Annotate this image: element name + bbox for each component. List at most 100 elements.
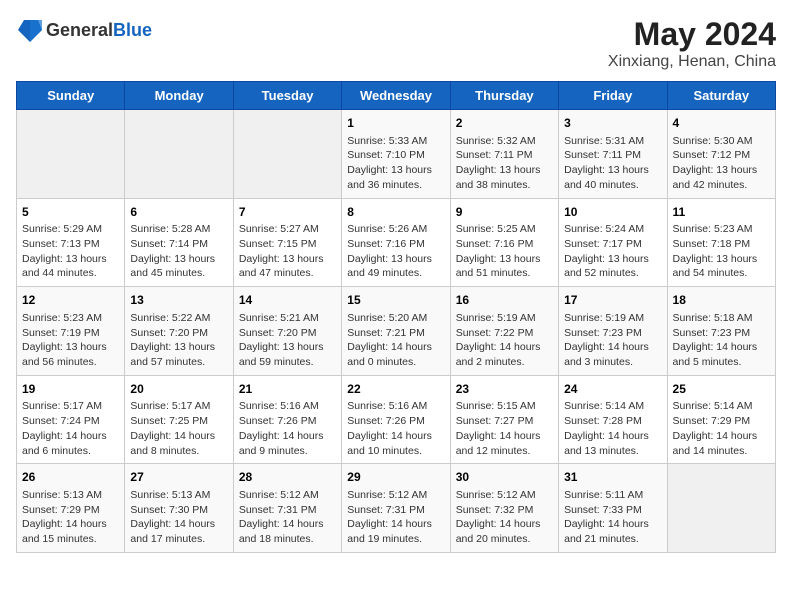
day-info: Sunrise: 5:24 AM Sunset: 7:17 PM Dayligh…	[564, 222, 661, 281]
calendar-cell: 20Sunrise: 5:17 AM Sunset: 7:25 PM Dayli…	[125, 375, 233, 464]
calendar-cell: 5Sunrise: 5:29 AM Sunset: 7:13 PM Daylig…	[17, 198, 125, 287]
day-info: Sunrise: 5:19 AM Sunset: 7:23 PM Dayligh…	[564, 311, 661, 370]
day-info: Sunrise: 5:29 AM Sunset: 7:13 PM Dayligh…	[22, 222, 119, 281]
logo-text-blue: Blue	[113, 20, 152, 40]
calendar-cell: 27 Sunrise: 5:13 AM Sunset: 7:30 PM Dayli…	[125, 464, 233, 553]
calendar-cell: 23Sunrise: 5:15 AM Sunset: 7:27 PM Dayli…	[450, 375, 558, 464]
calendar-cell: 29 Sunrise: 5:12 AM Sunset: 7:31 PM Dayli…	[342, 464, 450, 553]
calendar-cell: 13Sunrise: 5:22 AM Sunset: 7:20 PM Dayli…	[125, 287, 233, 376]
calendar-cell: 17 Sunrise: 5:19 AM Sunset: 7:23 PM Dayli…	[559, 287, 667, 376]
calendar-cell: 21Sunrise: 5:16 AM Sunset: 7:26 PM Dayli…	[233, 375, 341, 464]
day-number: 9	[456, 204, 553, 221]
calendar-cell: 31 Sunrise: 5:11 AM Sunset: 7:33 PM Dayli…	[559, 464, 667, 553]
day-of-week-sunday: Sunday	[17, 82, 125, 110]
day-info: Sunrise: 5:26 AM Sunset: 7:16 PM Dayligh…	[347, 222, 444, 281]
day-number: 22	[347, 381, 444, 398]
day-number: 7	[239, 204, 336, 221]
day-info: Sunrise: 5:30 AM Sunset: 7:12 PM Dayligh…	[673, 134, 770, 193]
day-info: Sunrise: 5:23 AM Sunset: 7:18 PM Dayligh…	[673, 222, 770, 281]
day-info: Sunrise: 5:12 AM Sunset: 7:32 PM Dayligh…	[456, 488, 553, 547]
day-number: 10	[564, 204, 661, 221]
day-number: 29	[347, 469, 444, 486]
calendar-cell: 24Sunrise: 5:14 AM Sunset: 7:28 PM Dayli…	[559, 375, 667, 464]
day-info: Sunrise: 5:13 AM Sunset: 7:30 PM Dayligh…	[130, 488, 227, 547]
calendar-cell: 9Sunrise: 5:25 AM Sunset: 7:16 PM Daylig…	[450, 198, 558, 287]
day-info: Sunrise: 5:15 AM Sunset: 7:27 PM Dayligh…	[456, 399, 553, 458]
day-number: 30	[456, 469, 553, 486]
day-number: 18	[673, 292, 770, 309]
calendar-cell: 28 Sunrise: 5:12 AM Sunset: 7:31 PM Dayli…	[233, 464, 341, 553]
day-number: 5	[22, 204, 119, 221]
calendar-cell: 16 Sunrise: 5:19 AM Sunset: 7:22 PM Dayli…	[450, 287, 558, 376]
day-info: Sunrise: 5:17 AM Sunset: 7:25 PM Dayligh…	[130, 399, 227, 458]
calendar-cell: 4 Sunrise: 5:30 AM Sunset: 7:12 PM Daylig…	[667, 110, 775, 199]
title-block: May 2024 Xinxiang, Henan, China	[608, 16, 776, 71]
day-info: Sunrise: 5:23 AM Sunset: 7:19 PM Dayligh…	[22, 311, 119, 370]
calendar-cell: 26Sunrise: 5:13 AM Sunset: 7:29 PM Dayli…	[17, 464, 125, 553]
day-number: 6	[130, 204, 227, 221]
day-info: Sunrise: 5:33 AM Sunset: 7:10 PM Dayligh…	[347, 134, 444, 193]
day-info: Sunrise: 5:12 AM Sunset: 7:31 PM Dayligh…	[347, 488, 444, 547]
page-header: GeneralBlue May 2024 Xinxiang, Henan, Ch…	[16, 16, 776, 71]
calendar-cell: 30 Sunrise: 5:12 AM Sunset: 7:32 PM Dayli…	[450, 464, 558, 553]
day-info: Sunrise: 5:14 AM Sunset: 7:28 PM Dayligh…	[564, 399, 661, 458]
calendar-cell: 6Sunrise: 5:28 AM Sunset: 7:14 PM Daylig…	[125, 198, 233, 287]
logo-icon	[16, 16, 44, 44]
day-number: 8	[347, 204, 444, 221]
day-info: Sunrise: 5:16 AM Sunset: 7:26 PM Dayligh…	[347, 399, 444, 458]
day-info: Sunrise: 5:16 AM Sunset: 7:26 PM Dayligh…	[239, 399, 336, 458]
day-info: Sunrise: 5:18 AM Sunset: 7:23 PM Dayligh…	[673, 311, 770, 370]
day-number: 16	[456, 292, 553, 309]
day-info: Sunrise: 5:12 AM Sunset: 7:31 PM Dayligh…	[239, 488, 336, 547]
day-number: 19	[22, 381, 119, 398]
calendar-week-row: 26Sunrise: 5:13 AM Sunset: 7:29 PM Dayli…	[17, 464, 776, 553]
calendar-cell: 10Sunrise: 5:24 AM Sunset: 7:17 PM Dayli…	[559, 198, 667, 287]
day-number: 28	[239, 469, 336, 486]
day-info: Sunrise: 5:22 AM Sunset: 7:20 PM Dayligh…	[130, 311, 227, 370]
day-number: 27	[130, 469, 227, 486]
day-number: 24	[564, 381, 661, 398]
day-number: 2	[456, 115, 553, 132]
calendar-cell: 14Sunrise: 5:21 AM Sunset: 7:20 PM Dayli…	[233, 287, 341, 376]
day-of-week-wednesday: Wednesday	[342, 82, 450, 110]
calendar-subtitle: Xinxiang, Henan, China	[608, 53, 776, 71]
calendar-title: May 2024	[608, 16, 776, 53]
calendar-cell: 12 Sunrise: 5:23 AM Sunset: 7:19 PM Dayli…	[17, 287, 125, 376]
day-number: 3	[564, 115, 661, 132]
day-number: 21	[239, 381, 336, 398]
day-info: Sunrise: 5:27 AM Sunset: 7:15 PM Dayligh…	[239, 222, 336, 281]
day-of-week-thursday: Thursday	[450, 82, 558, 110]
day-number: 1	[347, 115, 444, 132]
calendar-header-row: SundayMondayTuesdayWednesdayThursdayFrid…	[17, 82, 776, 110]
calendar-cell: 2 Sunrise: 5:32 AM Sunset: 7:11 PM Daylig…	[450, 110, 558, 199]
logo-text-general: General	[46, 20, 113, 40]
day-info: Sunrise: 5:13 AM Sunset: 7:29 PM Dayligh…	[22, 488, 119, 547]
day-of-week-saturday: Saturday	[667, 82, 775, 110]
day-info: Sunrise: 5:17 AM Sunset: 7:24 PM Dayligh…	[22, 399, 119, 458]
day-info: Sunrise: 5:28 AM Sunset: 7:14 PM Dayligh…	[130, 222, 227, 281]
calendar-week-row: 1 Sunrise: 5:33 AM Sunset: 7:10 PM Daylig…	[17, 110, 776, 199]
calendar-cell: 3Sunrise: 5:31 AM Sunset: 7:11 PM Daylig…	[559, 110, 667, 199]
calendar-cell: 1 Sunrise: 5:33 AM Sunset: 7:10 PM Daylig…	[342, 110, 450, 199]
day-number: 31	[564, 469, 661, 486]
calendar-cell: 18 Sunrise: 5:18 AM Sunset: 7:23 PM Dayli…	[667, 287, 775, 376]
calendar-cell: 7Sunrise: 5:27 AM Sunset: 7:15 PM Daylig…	[233, 198, 341, 287]
calendar-cell	[233, 110, 341, 199]
day-info: Sunrise: 5:25 AM Sunset: 7:16 PM Dayligh…	[456, 222, 553, 281]
day-of-week-friday: Friday	[559, 82, 667, 110]
day-info: Sunrise: 5:11 AM Sunset: 7:33 PM Dayligh…	[564, 488, 661, 547]
day-of-week-tuesday: Tuesday	[233, 82, 341, 110]
calendar-table: SundayMondayTuesdayWednesdayThursdayFrid…	[16, 81, 776, 553]
day-number: 15	[347, 292, 444, 309]
day-number: 12	[22, 292, 119, 309]
logo: GeneralBlue	[16, 16, 152, 44]
calendar-week-row: 19Sunrise: 5:17 AM Sunset: 7:24 PM Dayli…	[17, 375, 776, 464]
day-number: 14	[239, 292, 336, 309]
day-number: 17	[564, 292, 661, 309]
day-info: Sunrise: 5:32 AM Sunset: 7:11 PM Dayligh…	[456, 134, 553, 193]
calendar-week-row: 12 Sunrise: 5:23 AM Sunset: 7:19 PM Dayli…	[17, 287, 776, 376]
day-info: Sunrise: 5:19 AM Sunset: 7:22 PM Dayligh…	[456, 311, 553, 370]
day-number: 4	[673, 115, 770, 132]
day-number: 11	[673, 204, 770, 221]
day-info: Sunrise: 5:14 AM Sunset: 7:29 PM Dayligh…	[673, 399, 770, 458]
